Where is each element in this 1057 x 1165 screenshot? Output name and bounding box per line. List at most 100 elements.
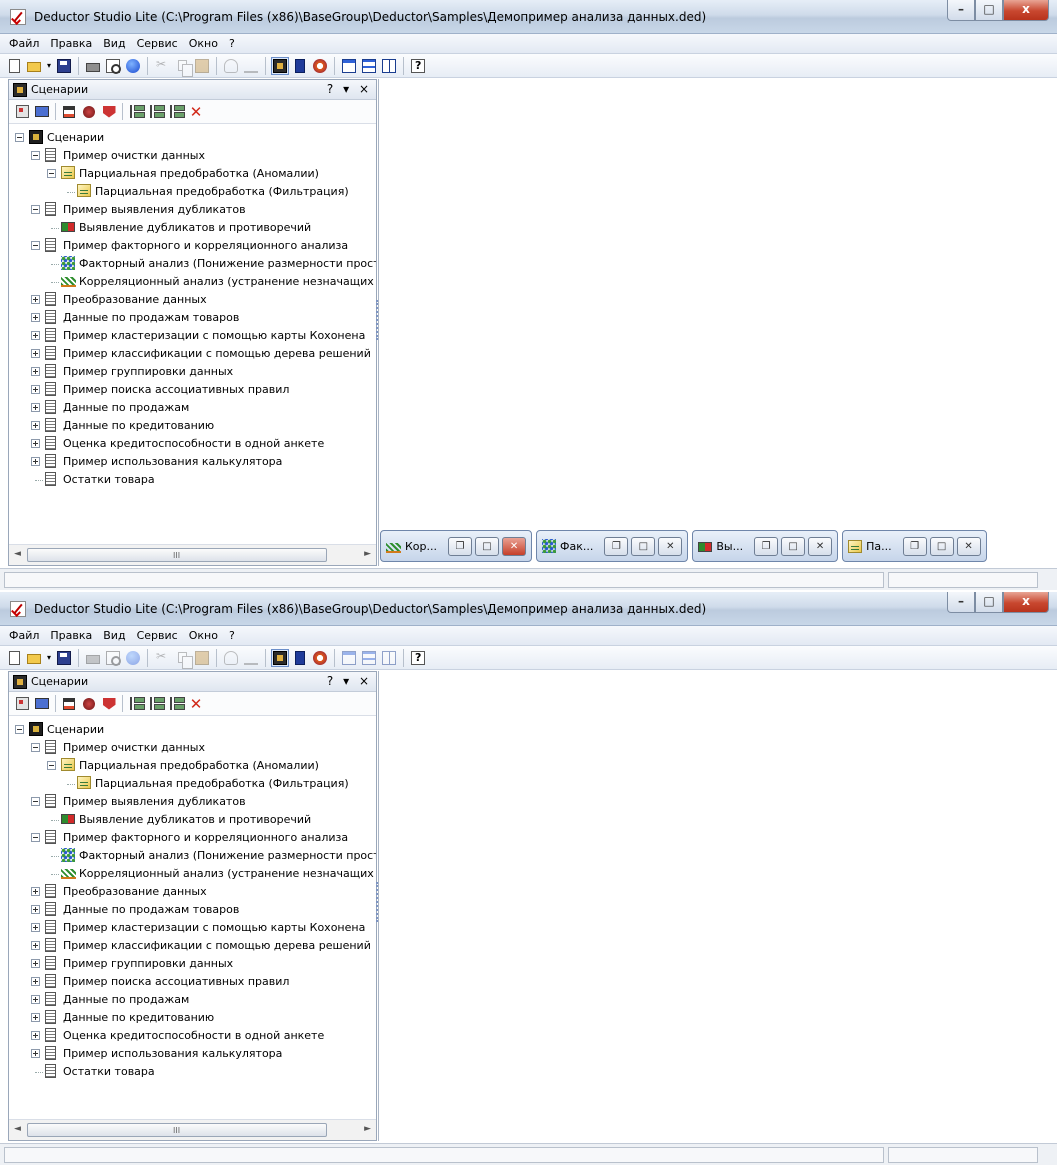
collapse-minus-icon[interactable]: [15, 133, 24, 142]
close-button[interactable]: ✕: [658, 536, 683, 556]
tree-node[interactable]: Данные по кредитованию: [9, 417, 376, 435]
maximize-button[interactable]: □: [781, 536, 806, 556]
find-button[interactable]: [222, 57, 240, 75]
restore-button[interactable]: ❐: [902, 536, 927, 556]
tree-node[interactable]: Пример очистки данных: [9, 147, 376, 165]
expand-plus-icon[interactable]: [31, 887, 40, 896]
monitor-button[interactable]: [33, 695, 51, 713]
delete-button[interactable]: [187, 103, 205, 121]
tree-node[interactable]: Пример классификации с помощью дерева ре…: [9, 937, 376, 955]
tree-node[interactable]: Выявление дубликатов и противоречий: [9, 219, 376, 237]
tree-node[interactable]: Данные по кредитованию: [9, 1009, 376, 1027]
expand-plus-icon[interactable]: [31, 959, 40, 968]
menu-help[interactable]: ?: [229, 629, 235, 642]
close-button[interactable]: ✕: [956, 536, 981, 556]
data-sources-button[interactable]: [291, 649, 309, 667]
expand-plus-icon[interactable]: [31, 331, 40, 340]
panel-controls[interactable]: ? ▾ ×: [327, 674, 372, 688]
tree-node[interactable]: Парциальная предобработка (Фильтрация): [9, 775, 376, 793]
scroll-right-icon[interactable]: ►: [364, 1124, 371, 1134]
tree-node[interactable]: Пример факторного и корреляционного анал…: [9, 829, 376, 847]
tree-node[interactable]: Корреляционный анализ (устранение незнач…: [9, 865, 376, 883]
maximize-button[interactable]: □: [975, 592, 1003, 613]
tree-expand-button[interactable]: [127, 103, 145, 121]
print-preview-button[interactable]: [104, 649, 122, 667]
tree-node[interactable]: Преобразование данных: [9, 883, 376, 901]
help-button[interactable]: [409, 57, 427, 75]
expand-plus-icon[interactable]: [31, 941, 40, 950]
tile-vertical-button[interactable]: [380, 649, 398, 667]
maximize-button[interactable]: □: [929, 536, 954, 556]
processing-button[interactable]: [311, 57, 329, 75]
print-button[interactable]: [84, 649, 102, 667]
expand-plus-icon[interactable]: [31, 313, 40, 322]
processing-button[interactable]: [311, 649, 329, 667]
copy-button[interactable]: [173, 649, 193, 669]
delete-button[interactable]: [187, 695, 205, 713]
menu-file[interactable]: Файл: [9, 37, 39, 50]
tree-node[interactable]: Оценка кредитоспособности в одной анкете: [9, 435, 376, 453]
collapse-minus-icon[interactable]: [31, 833, 40, 842]
menu-edit[interactable]: Правка: [50, 629, 92, 642]
tree-node[interactable]: Факторный анализ (Понижение размерности …: [9, 255, 376, 273]
tree-node[interactable]: Пример факторного и корреляционного анал…: [9, 237, 376, 255]
tree-node[interactable]: Оценка кредитоспособности в одной анкете: [9, 1027, 376, 1045]
print-preview-button[interactable]: [104, 57, 122, 75]
open-button[interactable]: [25, 649, 43, 667]
collapse-minus-icon[interactable]: [47, 761, 56, 770]
maximize-button[interactable]: □: [975, 0, 1003, 21]
cascade-button[interactable]: [340, 57, 358, 75]
close-button[interactable]: ✕: [808, 536, 833, 556]
import-button[interactable]: [60, 695, 78, 713]
tree-link-button[interactable]: [167, 695, 185, 713]
save-button[interactable]: [55, 57, 73, 75]
tree-node[interactable]: Пример кластеризации с помощью карты Кох…: [9, 919, 376, 937]
restore-button[interactable]: ❐: [754, 536, 779, 556]
paste-button[interactable]: [193, 649, 211, 667]
paste-button[interactable]: [193, 57, 211, 75]
monitor-button[interactable]: [33, 103, 51, 121]
minimized-window-correlation[interactable]: Кор... ❐ □ ✕: [380, 530, 533, 562]
tree-node[interactable]: Пример группировки данных: [9, 363, 376, 381]
minimize-button[interactable]: –: [947, 592, 975, 613]
horizontal-scrollbar[interactable]: ◄ III ►: [9, 544, 376, 565]
menu-file[interactable]: Файл: [9, 629, 39, 642]
tree-node[interactable]: Данные по продажам товаров: [9, 901, 376, 919]
minimized-window-filter[interactable]: Па... ❐ □ ✕: [842, 530, 987, 562]
scroll-thumb[interactable]: III: [27, 548, 327, 562]
minimized-window-duplicates[interactable]: Вы... ❐ □ ✕: [692, 530, 839, 562]
expand-plus-icon[interactable]: [31, 403, 40, 412]
scroll-left-icon[interactable]: ◄: [14, 549, 21, 559]
export-button[interactable]: [100, 103, 118, 121]
tree-node[interactable]: Факторный анализ (Понижение размерности …: [9, 847, 376, 865]
tree-node[interactable]: Корреляционный анализ (устранение незнач…: [9, 273, 376, 291]
print-button[interactable]: [84, 57, 102, 75]
expand-plus-icon[interactable]: [31, 905, 40, 914]
tree-node[interactable]: Пример выявления дубликатов: [9, 201, 376, 219]
tree-node[interactable]: Парциальная предобработка (Фильтрация): [9, 183, 376, 201]
expand-plus-icon[interactable]: [31, 977, 40, 986]
expand-plus-icon[interactable]: [31, 385, 40, 394]
web-button[interactable]: [124, 57, 142, 75]
expand-plus-icon[interactable]: [31, 349, 40, 358]
tree-node[interactable]: Парциальная предобработка (Аномалии): [9, 757, 376, 775]
tree-collapse-button[interactable]: [147, 695, 165, 713]
tree-node[interactable]: Сценарии: [9, 721, 376, 739]
tree-node[interactable]: Пример поиска ассоциативных правил: [9, 973, 376, 991]
import-button[interactable]: [60, 103, 78, 121]
data-sources-button[interactable]: [291, 57, 309, 75]
close-button[interactable]: ✕: [502, 536, 527, 556]
new-button[interactable]: [5, 649, 23, 667]
export-button[interactable]: [100, 695, 118, 713]
menu-service[interactable]: Сервис: [137, 629, 178, 642]
collapse-minus-icon[interactable]: [31, 151, 40, 160]
tree-node[interactable]: Парциальная предобработка (Аномалии): [9, 165, 376, 183]
expand-plus-icon[interactable]: [31, 1013, 40, 1022]
tree-node[interactable]: Пример классификации с помощью дерева ре…: [9, 345, 376, 363]
menu-service[interactable]: Сервис: [137, 37, 178, 50]
expand-plus-icon[interactable]: [31, 1031, 40, 1040]
tree-node[interactable]: Пример поиска ассоциативных правил: [9, 381, 376, 399]
tile-vertical-button[interactable]: [380, 57, 398, 75]
cascade-button[interactable]: [340, 649, 358, 667]
tree-link-button[interactable]: [167, 103, 185, 121]
